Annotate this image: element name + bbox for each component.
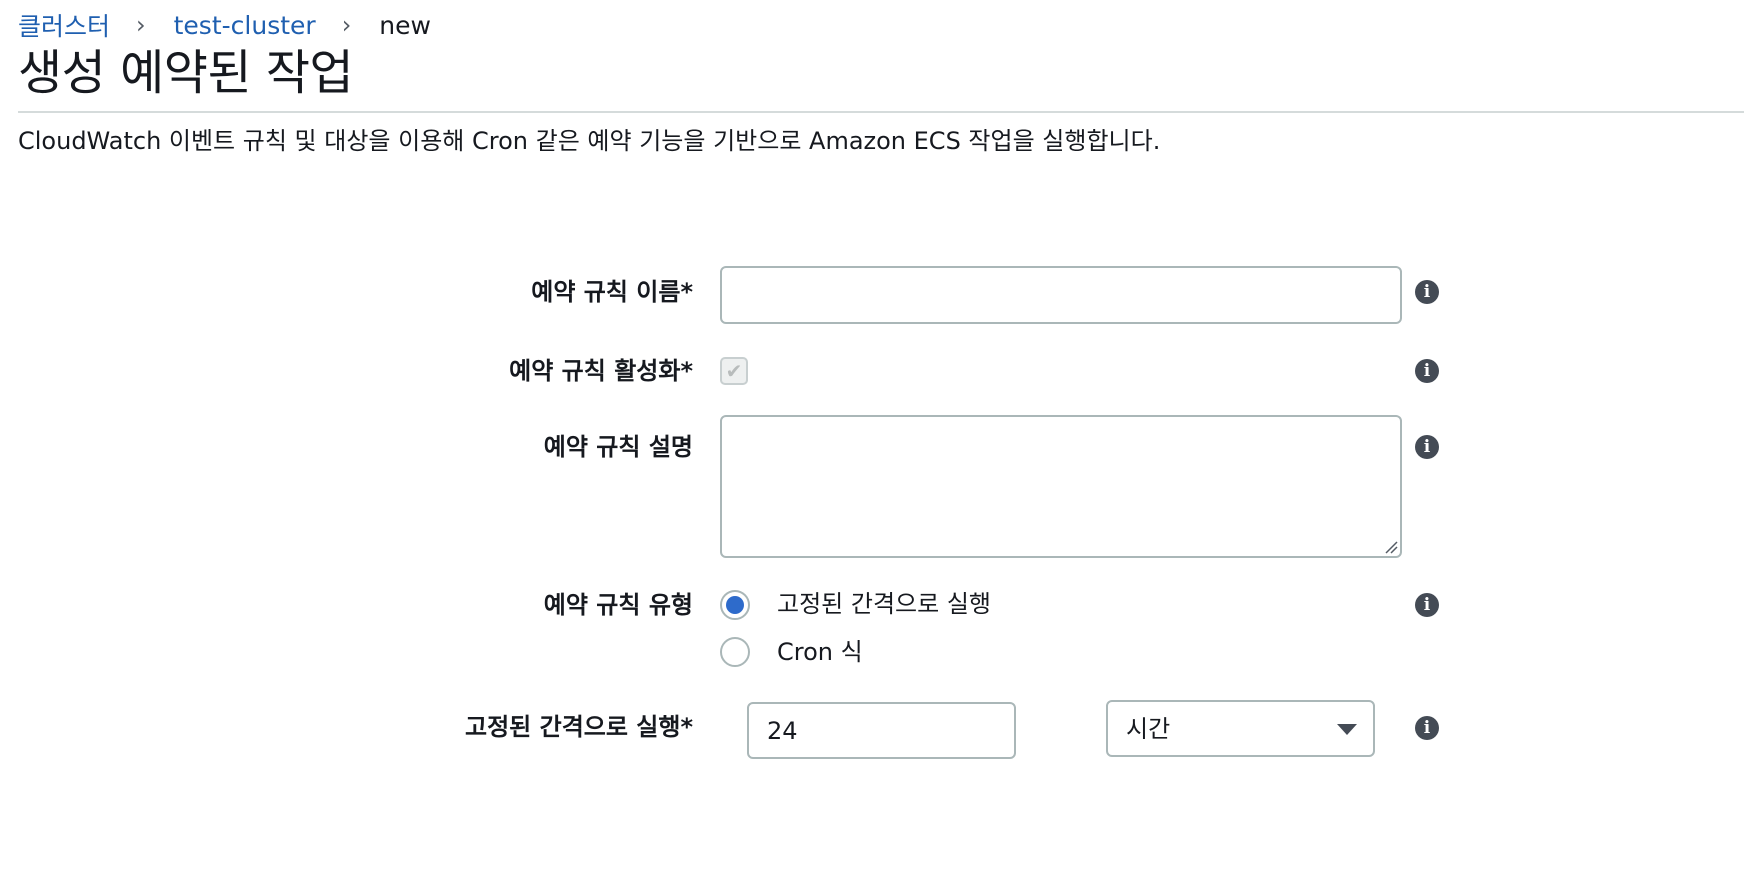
- rule-description-textarea[interactable]: [720, 415, 1402, 558]
- rule-name-input[interactable]: [720, 266, 1402, 324]
- check-icon: ✔: [725, 359, 743, 383]
- breadcrumb-link-test-cluster[interactable]: test-cluster: [174, 11, 316, 40]
- rule-description-info-icon[interactable]: i: [1415, 435, 1439, 459]
- breadcrumb-separator-icon: ›: [136, 11, 146, 39]
- rule-description-label: 예약 규칙 설명: [543, 433, 693, 461]
- fixed-interval-unit-value: 시간: [1126, 715, 1171, 743]
- fixed-interval-label: 고정된 간격으로 실행*: [465, 713, 693, 741]
- breadcrumb: 클러스터 › test-cluster › new: [18, 8, 431, 42]
- page-description: CloudWatch 이벤트 규칙 및 대상을 이용해 Cron 같은 예약 기…: [18, 127, 1161, 155]
- rule-type-cron-radio[interactable]: [720, 637, 750, 667]
- rule-type-info-icon[interactable]: i: [1415, 593, 1439, 617]
- fixed-interval-value-input[interactable]: [747, 702, 1016, 759]
- rule-enabled-info-icon[interactable]: i: [1415, 359, 1439, 383]
- fixed-interval-info-icon[interactable]: i: [1415, 716, 1439, 740]
- rule-type-fixed-interval-radio[interactable]: [720, 590, 750, 620]
- page-title: 생성 예약된 작업: [18, 45, 354, 101]
- rule-type-cron-label[interactable]: Cron 식: [777, 635, 863, 669]
- title-divider: [18, 111, 1744, 113]
- resize-grip-icon[interactable]: [1384, 540, 1398, 554]
- chevron-down-icon: [1337, 724, 1357, 735]
- fixed-interval-unit-select[interactable]: 시간: [1106, 700, 1375, 757]
- rule-enabled-checkbox[interactable]: ✔: [720, 357, 748, 385]
- breadcrumb-current: new: [379, 10, 431, 40]
- breadcrumb-separator-icon: ›: [341, 11, 352, 39]
- breadcrumb-link-clusters[interactable]: 클러스터: [18, 7, 110, 43]
- rule-name-info-icon[interactable]: i: [1415, 280, 1439, 304]
- rule-name-label: 예약 규칙 이름*: [531, 278, 693, 306]
- rule-type-label: 예약 규칙 유형: [543, 591, 693, 619]
- rule-type-fixed-interval-label[interactable]: 고정된 간격으로 실행: [777, 587, 991, 621]
- rule-enabled-label: 예약 규칙 활성화*: [509, 357, 693, 385]
